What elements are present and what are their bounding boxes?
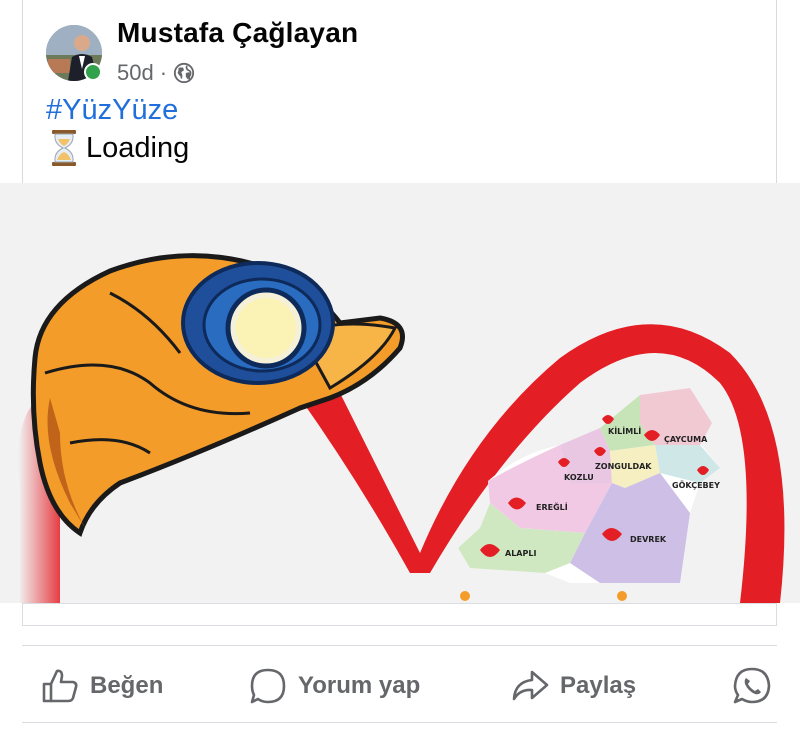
divider	[22, 603, 777, 604]
post-text-label: Loading	[86, 131, 190, 164]
post-meta: 50d ·	[117, 60, 195, 86]
hashtag-link[interactable]: #YüzYüze	[46, 94, 178, 127]
zonguldak-map	[458, 388, 720, 601]
comment-label: Yorum yap	[298, 672, 421, 699]
author-name[interactable]: Mustafa Çağlayan	[117, 17, 358, 49]
map-label: KİLİMLİ	[608, 427, 642, 436]
meta-separator: ·	[159, 60, 168, 85]
like-icon	[42, 669, 78, 703]
whatsapp-icon	[733, 667, 771, 704]
online-status-dot	[84, 63, 102, 81]
like-button[interactable]: Beğen	[40, 666, 163, 706]
map-label: ALAPLI	[505, 549, 537, 558]
comment-button[interactable]: Yorum yap	[248, 666, 420, 706]
like-label: Beğen	[90, 672, 164, 699]
map-label: ÇAYCUMA	[664, 435, 708, 444]
map-label: DEVREK	[630, 535, 667, 544]
card-border-left	[22, 603, 23, 625]
map-label: ZONGULDAK	[595, 462, 652, 471]
hourglass-icon	[52, 130, 76, 166]
post-actions-bar: Beğen Yorum yap Paylaş	[0, 646, 800, 722]
post-header: Mustafa Çağlayan 50d · #YüzYüze Loading	[0, 0, 800, 183]
post-time[interactable]: 50d	[117, 60, 154, 86]
card-border-right	[776, 603, 777, 625]
map-label: KOZLU	[564, 473, 594, 482]
globe-icon	[173, 62, 195, 84]
map-label: GÖKÇEBEY	[672, 481, 720, 490]
map-label: EREĞLİ	[536, 503, 568, 512]
divider	[22, 625, 777, 626]
helmet-lamp	[181, 261, 335, 385]
image-illustration	[18, 253, 785, 603]
miner-helmet	[30, 253, 405, 537]
divider	[22, 722, 777, 723]
share-icon	[512, 670, 549, 701]
comment-icon	[250, 668, 286, 704]
post-text: Loading	[46, 128, 189, 168]
share-button[interactable]: Paylaş	[510, 666, 636, 706]
share-label: Paylaş	[560, 672, 637, 699]
whatsapp-share-button[interactable]	[732, 666, 772, 706]
post-image[interactable]: KİLİMLİ ÇAYCUMA ZONGULDAK KOZLU GÖKÇEBEY…	[0, 183, 800, 603]
